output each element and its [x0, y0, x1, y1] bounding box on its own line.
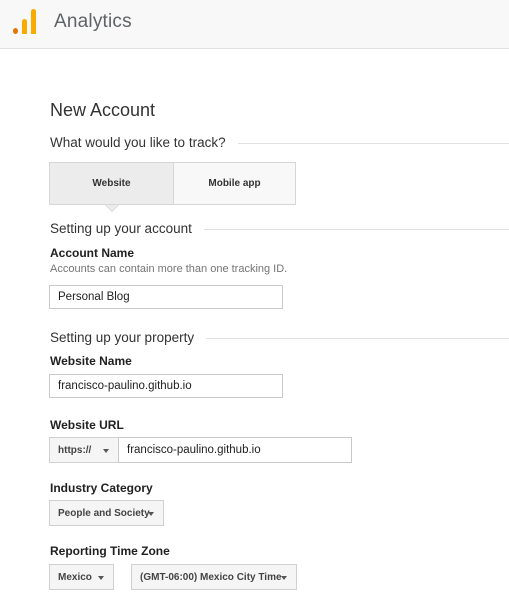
timezone-select[interactable]: (GMT-06:00) Mexico City Time [131, 564, 297, 590]
track-website-button[interactable]: Website [49, 162, 174, 212]
account-name-input[interactable] [49, 285, 283, 309]
account-section-heading: Setting up your account [50, 220, 509, 238]
website-name-input[interactable] [49, 374, 283, 398]
property-section-title: Setting up your property [50, 330, 207, 345]
timezone-country-select[interactable]: Mexico [49, 564, 114, 590]
industry-category-label: Industry Category [50, 481, 153, 495]
chevron-down-icon [281, 576, 287, 580]
logo-bar-3 [31, 9, 36, 34]
website-name-label: Website Name [50, 354, 132, 368]
protocol-select[interactable]: https:// [49, 437, 119, 463]
account-name-label: Account Name [50, 246, 135, 260]
chevron-down-icon [103, 449, 109, 453]
app-header: Analytics [0, 0, 509, 49]
account-section-title: Setting up your account [50, 221, 204, 236]
logo-bar-2 [22, 19, 27, 34]
logo-bar-1 [13, 28, 18, 34]
website-url-input[interactable] [118, 437, 352, 463]
track-type-toggle: Website Mobile app [49, 162, 296, 212]
analytics-logo-icon[interactable] [13, 9, 37, 34]
property-section-heading: Setting up your property [50, 329, 509, 347]
track-mobile-app-label: Mobile app [208, 178, 261, 189]
app-title: Analytics [54, 11, 132, 32]
website-url-label: Website URL [50, 418, 124, 432]
chevron-down-icon [98, 576, 104, 580]
account-name-hint: Accounts can contain more than one track… [50, 263, 288, 275]
industry-category-select[interactable]: People and Society [49, 500, 164, 526]
timezone-value: (GMT-06:00) Mexico City Time [140, 571, 282, 583]
track-mobile-app-button[interactable]: Mobile app [173, 162, 296, 205]
industry-category-value: People and Society [58, 507, 150, 519]
track-question-label: What would you like to track? [50, 135, 238, 150]
timezone-country-value: Mexico [58, 571, 92, 583]
protocol-value: https:// [58, 444, 92, 456]
reporting-timezone-label: Reporting Time Zone [50, 544, 170, 558]
track-question-heading: What would you like to track? [50, 134, 509, 152]
chevron-down-icon [148, 512, 154, 516]
track-website-label: Website [92, 178, 131, 189]
page-title: New Account [50, 100, 156, 120]
